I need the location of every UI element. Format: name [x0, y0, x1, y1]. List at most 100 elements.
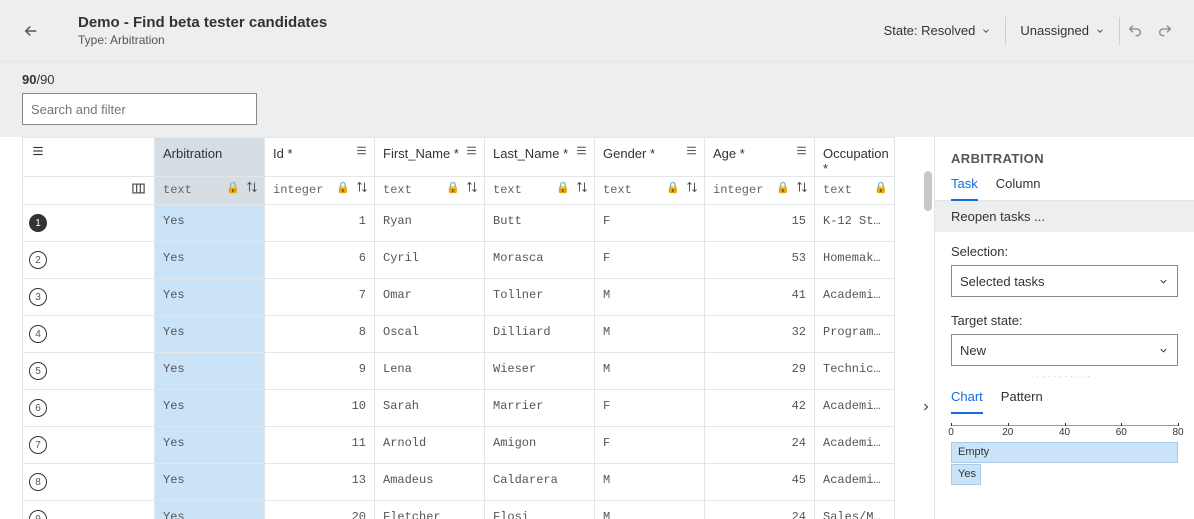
col-type-gender: text🔒 — [595, 177, 705, 205]
menu-icon[interactable] — [575, 144, 588, 157]
col-type-arbitration: text🔒 — [155, 177, 265, 205]
cell-arbitration: Yes — [155, 279, 265, 316]
side-panel: ARBITRATION Task Column Reopen tasks ...… — [934, 137, 1194, 519]
col-header-gender[interactable]: Gender * — [595, 138, 705, 177]
expand-panel-button[interactable] — [918, 387, 934, 427]
back-button[interactable] — [19, 19, 43, 43]
table-row[interactable]: 4Yes8OscalDilliardM32Programmer — [23, 316, 895, 353]
table-row[interactable]: 1Yes1RyanButtF15K-12 Student — [23, 205, 895, 242]
lock-icon: 🔒 — [446, 181, 460, 194]
row-index[interactable]: 2 — [23, 242, 155, 279]
row-count: 90/90 — [22, 72, 1172, 87]
search-input[interactable] — [22, 93, 257, 125]
menu-icon[interactable] — [355, 144, 368, 157]
cell-last-name: Butt — [485, 205, 595, 242]
sort-icon[interactable] — [796, 181, 808, 194]
menu-icon[interactable] — [465, 144, 478, 157]
col-header-occupation[interactable]: Occupation * — [815, 138, 895, 177]
col-type-occupation: text🔒 — [815, 177, 895, 205]
cell-gender: M — [595, 501, 705, 519]
cell-occupation: Academic/Ed — [815, 279, 895, 316]
cell-first-name: Oscal — [375, 316, 485, 353]
lock-icon: 🔒 — [556, 181, 570, 194]
scrollbar[interactable] — [924, 171, 932, 211]
reopen-tasks-button[interactable]: Reopen tasks ... — [935, 201, 1194, 232]
resize-handle[interactable]: ·········· — [935, 370, 1194, 383]
tab-chart[interactable]: Chart — [951, 389, 983, 414]
table-row[interactable]: 3Yes7OmarTollnerM41Academic/Ed — [23, 279, 895, 316]
chart-bar-yes[interactable]: Yes — [951, 464, 981, 485]
tick: 80 — [1172, 427, 1183, 438]
table-row[interactable]: 7Yes11ArnoldAmigonF24Academic/Ed — [23, 427, 895, 464]
cell-gender: M — [595, 316, 705, 353]
type-label: integer — [713, 183, 763, 197]
target-state-dropdown[interactable]: New — [951, 334, 1178, 366]
sort-icon[interactable] — [246, 181, 258, 194]
cell-occupation: Technical/E — [815, 353, 895, 390]
cell-gender: F — [595, 427, 705, 464]
redo-button[interactable] — [1150, 16, 1180, 46]
menu-icon[interactable] — [795, 144, 808, 157]
row-index[interactable]: 3 — [23, 279, 155, 316]
redo-icon — [1157, 23, 1173, 39]
cell-arbitration: Yes — [155, 242, 265, 279]
col-header-last-name[interactable]: Last_Name * — [485, 138, 595, 177]
tick: 20 — [1002, 427, 1013, 438]
cell-gender: M — [595, 279, 705, 316]
type-label: integer — [273, 183, 323, 197]
selection-dropdown[interactable]: Selected tasks — [951, 265, 1178, 297]
count-total: /90 — [36, 72, 54, 87]
cell-id: 11 — [265, 427, 375, 464]
row-index[interactable]: 4 — [23, 316, 155, 353]
cell-occupation: Academic/Ed — [815, 390, 895, 427]
sort-icon[interactable] — [576, 181, 588, 194]
cell-last-name: Flosi — [485, 501, 595, 519]
cell-first-name: Sarah — [375, 390, 485, 427]
row-index[interactable]: 6 — [23, 390, 155, 427]
cell-arbitration: Yes — [155, 427, 265, 464]
cell-occupation: Academic/Ed — [815, 427, 895, 464]
row-index[interactable]: 9 — [23, 501, 155, 519]
col-header-first-name[interactable]: First_Name * — [375, 138, 485, 177]
col-header-age[interactable]: Age * — [705, 138, 815, 177]
col-label: First_Name * — [383, 146, 459, 161]
cell-occupation: Homemaker — [815, 242, 895, 279]
panel-title: ARBITRATION — [935, 137, 1194, 176]
table-row[interactable]: 5Yes9LenaWieserM29Technical/E — [23, 353, 895, 390]
sort-icon[interactable] — [466, 181, 478, 194]
assignee-dropdown[interactable]: Unassigned — [1006, 0, 1119, 61]
cell-age: 32 — [705, 316, 815, 353]
table-row[interactable]: 8Yes13AmadeusCaldareraM45Academic/Ed — [23, 464, 895, 501]
cell-occupation: Sales/Marke — [815, 501, 895, 519]
columns-toggle[interactable] — [23, 177, 155, 205]
selection-label: Selection: — [951, 244, 1178, 259]
cell-age: 29 — [705, 353, 815, 390]
cell-id: 10 — [265, 390, 375, 427]
tab-column[interactable]: Column — [996, 176, 1041, 200]
row-index[interactable]: 8 — [23, 464, 155, 501]
tab-task[interactable]: Task — [951, 176, 978, 201]
assignee-label: Unassigned — [1020, 23, 1089, 38]
cell-last-name: Tollner — [485, 279, 595, 316]
table-row[interactable]: 9Yes20FletcherFlosiM24Sales/Marke — [23, 501, 895, 519]
row-index[interactable]: 1 — [23, 205, 155, 242]
row-index[interactable]: 7 — [23, 427, 155, 464]
col-header-arbitration[interactable]: Arbitration — [155, 138, 265, 177]
sort-icon[interactable] — [356, 181, 368, 194]
cell-first-name: Amadeus — [375, 464, 485, 501]
menu-icon[interactable] — [685, 144, 698, 157]
table-row[interactable]: 2Yes6CyrilMorascaF53Homemaker — [23, 242, 895, 279]
cell-age: 15 — [705, 205, 815, 242]
state-dropdown[interactable]: State: Resolved — [870, 0, 1006, 61]
row-index[interactable]: 5 — [23, 353, 155, 390]
data-table: Arbitration Id * First_Name * Last_Name … — [0, 137, 934, 519]
tab-pattern[interactable]: Pattern — [1001, 389, 1043, 413]
lock-icon: 🔒 — [776, 181, 790, 194]
undo-button[interactable] — [1120, 16, 1150, 46]
cell-id: 6 — [265, 242, 375, 279]
col-header-id[interactable]: Id * — [265, 138, 375, 177]
table-row[interactable]: 6Yes10SarahMarrierF42Academic/Ed — [23, 390, 895, 427]
row-menu-header[interactable] — [23, 138, 155, 177]
chart-bar-empty[interactable]: Empty — [951, 442, 1178, 463]
sort-icon[interactable] — [686, 181, 698, 194]
